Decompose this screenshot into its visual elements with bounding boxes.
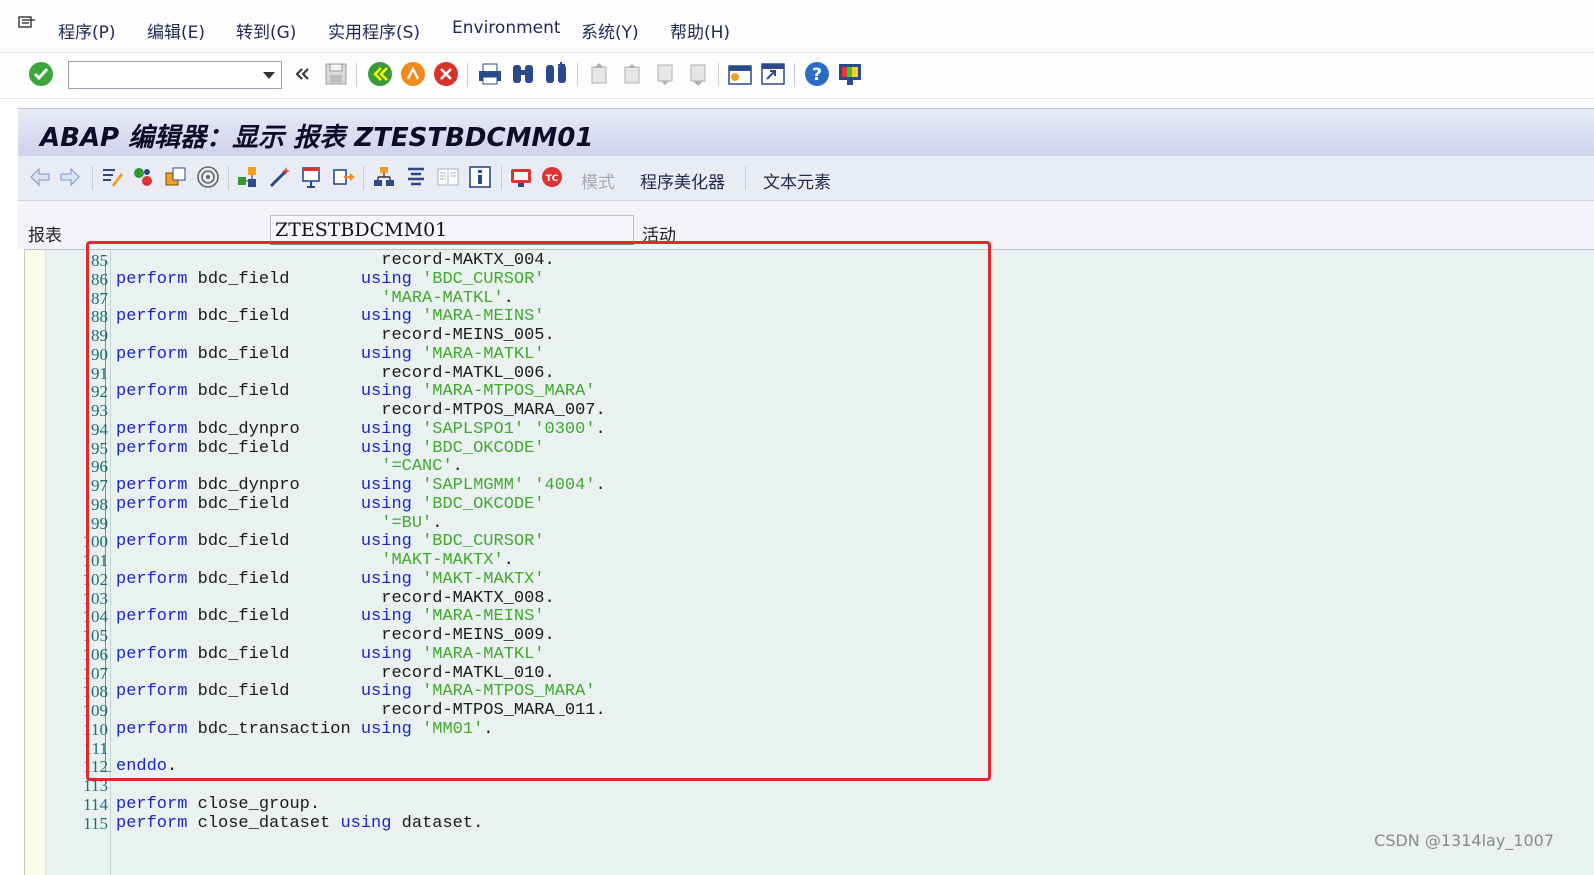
svg-text:TC: TC <box>546 174 559 184</box>
save-icon[interactable] <box>323 61 349 87</box>
menu-edit[interactable]: 编辑(E) <box>147 18 205 43</box>
print-icon[interactable] <box>477 61 503 87</box>
transaction-icon[interactable]: TC <box>540 165 564 189</box>
svg-text:?: ? <box>812 65 822 85</box>
toolbar-separator <box>794 63 795 87</box>
line-number: 114 <box>83 794 108 814</box>
previous-page-icon[interactable] <box>619 61 645 87</box>
line-number: 115 <box>83 813 108 833</box>
report-label: 报表 <box>28 226 62 246</box>
text-elements-button[interactable]: 文本元素 <box>763 168 831 193</box>
cancel-icon[interactable] <box>433 61 459 87</box>
back-icon[interactable] <box>367 61 393 87</box>
where-used-icon[interactable] <box>236 165 260 189</box>
menu-system[interactable]: 系统(Y) <box>581 18 639 43</box>
nav-back-chevrons-icon[interactable] <box>292 61 312 87</box>
system-menu-icon[interactable] <box>18 16 36 32</box>
menu-environment[interactable]: Environment <box>452 18 561 38</box>
toolbar-separator <box>467 63 468 87</box>
display-change-icon[interactable] <box>100 165 124 189</box>
menu-bar: 程序(P) 编辑(E) 转到(G) 实用程序(S) Environment 系统… <box>0 0 1594 53</box>
menu-program[interactable]: 程序(P) <box>58 18 116 43</box>
toolbar-separator <box>577 63 578 87</box>
code-text: perform close_group. <box>116 794 321 814</box>
find-next-icon[interactable] <box>543 61 569 87</box>
toolbar-separator <box>92 166 93 190</box>
other-object-icon[interactable] <box>164 165 188 189</box>
toolbar-separator <box>228 166 229 190</box>
title-bar: ABAP 编辑器：显示 报表 ZTESTBDCMM01 <box>18 108 1594 157</box>
magic-wand-icon[interactable] <box>268 165 292 189</box>
first-page-icon[interactable] <box>586 61 612 87</box>
test-run-icon[interactable] <box>509 165 533 189</box>
hierarchy-icon[interactable] <box>372 165 396 189</box>
toolbar-separator <box>501 166 502 190</box>
application-toolbar: TC 模式 程序美化器 文本元素 <box>18 156 1594 201</box>
help-icon[interactable]: ? <box>804 61 830 87</box>
find-icon[interactable] <box>510 61 536 87</box>
exit-icon[interactable] <box>400 61 426 87</box>
pattern-icon[interactable] <box>404 165 428 189</box>
page-title: ABAP 编辑器：显示 报表 ZTESTBDCMM01 <box>40 123 594 153</box>
command-field[interactable] <box>68 61 282 89</box>
last-page-icon[interactable] <box>685 61 711 87</box>
arrow-left-icon[interactable] <box>28 165 52 189</box>
create-session-icon[interactable] <box>727 61 753 87</box>
menu-goto[interactable]: 转到(G) <box>236 18 296 43</box>
toolbar-separator <box>356 63 357 87</box>
breakpoint-icon[interactable] <box>331 165 355 189</box>
next-page-icon[interactable] <box>652 61 678 87</box>
arrow-right-icon[interactable] <box>58 165 82 189</box>
menu-utilities[interactable]: 实用程序(S) <box>328 18 420 43</box>
chevron-down-icon[interactable] <box>263 72 275 79</box>
highlight-box <box>86 241 991 781</box>
toolbar-separator <box>745 166 746 190</box>
debugger-icon[interactable] <box>300 165 324 189</box>
code-line[interactable]: 114 perform close_group. <box>25 795 1594 814</box>
info-icon[interactable] <box>468 165 492 189</box>
enter-check-icon[interactable] <box>28 61 54 87</box>
code-text: perform close_dataset using dataset. <box>116 813 484 833</box>
menu-help[interactable]: 帮助(H) <box>670 18 730 43</box>
active-inactive-icon[interactable] <box>131 165 155 189</box>
create-shortcut-icon[interactable] <box>760 61 786 87</box>
code-line[interactable]: 115 perform close_dataset using dataset. <box>25 814 1594 833</box>
watermark: CSDN @1314lay_1007 <box>1374 831 1554 850</box>
pretty-printer-button[interactable]: 程序美化器 <box>640 168 725 193</box>
mode-button[interactable]: 模式 <box>581 168 615 193</box>
standard-toolbar: ? <box>0 53 1594 99</box>
toolbar-separator <box>363 166 364 190</box>
check-syntax-icon[interactable] <box>196 165 220 189</box>
split-screen-icon[interactable] <box>436 165 460 189</box>
toolbar-separator <box>718 63 719 87</box>
customize-layout-icon[interactable] <box>837 61 863 87</box>
